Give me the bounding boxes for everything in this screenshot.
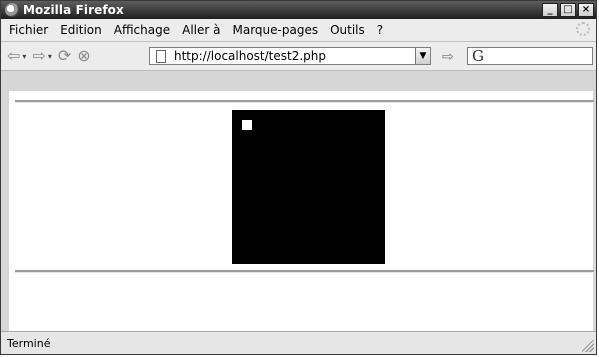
close-button[interactable]: × [578, 3, 594, 17]
menu-item-help[interactable]: ? [377, 23, 383, 37]
resize-grip-icon[interactable] [582, 340, 594, 352]
reload-icon[interactable]: ⟳ [58, 48, 71, 64]
menu-item-aller[interactable]: Aller à [182, 23, 220, 37]
horizontal-rule-bottom [15, 270, 594, 273]
minimize-button[interactable]: _ [542, 3, 558, 17]
url-bar[interactable]: http://localhost/test2.php ▼ [149, 47, 431, 65]
stop-icon[interactable]: ⊗ [77, 48, 90, 64]
firefox-icon [5, 3, 19, 17]
search-bar[interactable]: G [467, 47, 593, 65]
status-bar: Terminé [1, 331, 596, 354]
page-icon [156, 49, 166, 63]
window-title: Mozilla Firefox [23, 3, 124, 17]
status-text: Terminé [7, 336, 51, 350]
content-left-border [1, 91, 9, 334]
url-history-dropdown-icon[interactable]: ▼ [415, 48, 430, 64]
throbber-icon [576, 22, 590, 36]
title-bar: Mozilla Firefox _ □ × [1, 1, 596, 19]
forward-icon[interactable]: ⇨ [32, 48, 45, 64]
menu-item-edition[interactable]: Edition [60, 23, 102, 37]
maximize-button[interactable]: □ [560, 3, 576, 17]
horizontal-rule-top [15, 100, 594, 103]
window-controls: _ □ × [542, 3, 594, 17]
navigation-toolbar: ⇦ ▾ ⇨ ▾ ⟳ ⊗ http://localhost/test2.php ▼… [1, 41, 596, 71]
menu-item-marque-pages[interactable]: Marque-pages [233, 23, 319, 37]
menu-bar: Fichier Edition Affichage Aller à Marque… [1, 19, 596, 41]
back-icon[interactable]: ⇦ [7, 48, 20, 64]
menu-item-fichier[interactable]: Fichier [9, 23, 48, 37]
forward-dropdown-icon[interactable]: ▾ [48, 52, 52, 61]
menu-item-outils[interactable]: Outils [330, 23, 365, 37]
white-dot-marker [242, 120, 252, 130]
search-engine-icon[interactable]: G [472, 47, 484, 65]
browser-window: Mozilla Firefox _ □ × Fichier Edition Af… [0, 0, 597, 355]
go-icon[interactable]: ⇨ [442, 49, 454, 65]
menu-item-affichage[interactable]: Affichage [114, 23, 170, 37]
back-dropdown-icon[interactable]: ▾ [22, 52, 26, 61]
url-text[interactable]: http://localhost/test2.php [174, 49, 326, 63]
black-square-image [232, 110, 385, 264]
